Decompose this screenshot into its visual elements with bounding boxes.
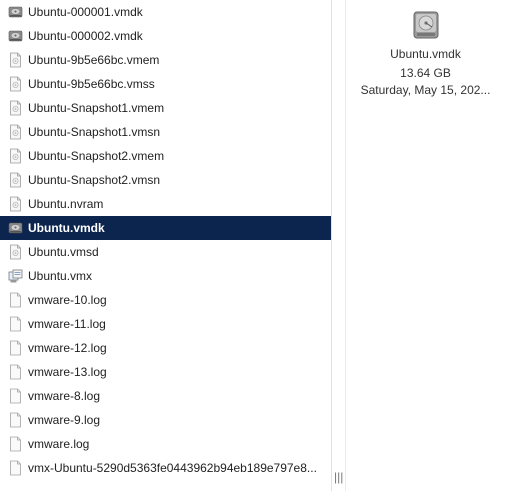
document-icon bbox=[8, 124, 23, 140]
text-file-icon bbox=[8, 412, 23, 428]
text-file-icon bbox=[8, 340, 23, 356]
file-row[interactable]: vmx-Ubuntu-5290d5363fe0443962b94eb189e79… bbox=[0, 456, 331, 480]
file-name: vmware-8.log bbox=[28, 389, 101, 403]
file-list: Ubuntu-000001.vmdk Ubuntu-000002.vmdk Ubun… bbox=[0, 0, 331, 491]
file-row[interactable]: vmware-11.log bbox=[0, 312, 331, 336]
file-row[interactable]: Ubuntu-Snapshot2.vmem bbox=[0, 144, 331, 168]
file-name: vmx-Ubuntu-5290d5363fe0443962b94eb189e79… bbox=[28, 461, 317, 475]
file-row[interactable]: vmware-10.log bbox=[0, 288, 331, 312]
file-name: vmware-13.log bbox=[28, 365, 107, 379]
document-icon bbox=[8, 100, 23, 116]
preview-pane: Ubuntu.vmdk 13.64 GB Saturday, May 15, 2… bbox=[346, 0, 505, 491]
file-row[interactable]: Ubuntu-9b5e66bc.vmem bbox=[0, 48, 331, 72]
text-file-icon bbox=[8, 460, 23, 476]
file-row[interactable]: vmware-13.log bbox=[0, 360, 331, 384]
file-name: Ubuntu-000002.vmdk bbox=[28, 29, 143, 43]
file-row[interactable]: vmware-12.log bbox=[0, 336, 331, 360]
file-name: vmware-9.log bbox=[28, 413, 101, 427]
file-row[interactable]: vmware.log bbox=[0, 432, 331, 456]
file-name: Ubuntu-Snapshot1.vmem bbox=[28, 101, 165, 115]
file-row[interactable]: vmware-9.log bbox=[0, 408, 331, 432]
disk-icon bbox=[8, 4, 23, 20]
file-name: Ubuntu.vmdk bbox=[28, 221, 105, 235]
file-name: Ubuntu-000001.vmdk bbox=[28, 5, 143, 19]
document-icon bbox=[8, 52, 23, 68]
disk-icon bbox=[8, 220, 23, 236]
vm-config-icon bbox=[8, 268, 23, 284]
text-file-icon bbox=[8, 364, 23, 380]
text-file-icon bbox=[8, 436, 23, 452]
file-name: vmware-12.log bbox=[28, 341, 107, 355]
file-name: Ubuntu.nvram bbox=[28, 197, 104, 211]
file-row[interactable]: Ubuntu-9b5e66bc.vmss bbox=[0, 72, 331, 96]
file-name: Ubuntu-Snapshot1.vmsn bbox=[28, 125, 161, 139]
file-name: Ubuntu.vmsd bbox=[28, 245, 99, 259]
column-resize-handle[interactable]: ||| bbox=[334, 470, 344, 484]
file-name: Ubuntu-9b5e66bc.vmss bbox=[28, 77, 155, 91]
column-divider bbox=[331, 0, 332, 491]
file-row[interactable]: Ubuntu.nvram bbox=[0, 192, 331, 216]
document-icon bbox=[8, 244, 23, 260]
text-file-icon bbox=[8, 292, 23, 308]
file-row[interactable]: Ubuntu-000001.vmdk bbox=[0, 0, 331, 24]
file-row[interactable]: Ubuntu-Snapshot2.vmsn bbox=[0, 168, 331, 192]
document-icon bbox=[8, 148, 23, 164]
file-row[interactable]: Ubuntu-Snapshot1.vmem bbox=[0, 96, 331, 120]
preview-date: Saturday, May 15, 202... bbox=[360, 83, 491, 97]
file-row[interactable]: Ubuntu-Snapshot1.vmsn bbox=[0, 120, 331, 144]
file-row[interactable]: Ubuntu-000002.vmdk bbox=[0, 24, 331, 48]
preview-filename: Ubuntu.vmdk bbox=[390, 47, 461, 61]
text-file-icon bbox=[8, 388, 23, 404]
file-name: Ubuntu-9b5e66bc.vmem bbox=[28, 53, 160, 67]
file-name: Ubuntu.vmx bbox=[28, 269, 93, 283]
file-name: vmware-11.log bbox=[28, 317, 106, 331]
text-file-icon bbox=[8, 316, 23, 332]
disk-icon bbox=[413, 11, 439, 39]
file-row[interactable]: vmware-8.log bbox=[0, 384, 331, 408]
file-name: vmware.log bbox=[28, 437, 90, 451]
document-icon bbox=[8, 172, 23, 188]
file-name: Ubuntu-Snapshot2.vmsn bbox=[28, 173, 161, 187]
document-icon bbox=[8, 196, 23, 212]
document-icon bbox=[8, 76, 23, 92]
disk-icon bbox=[8, 28, 23, 44]
file-row[interactable]: Ubuntu.vmdk bbox=[0, 216, 331, 240]
file-row[interactable]: Ubuntu.vmsd bbox=[0, 240, 331, 264]
file-row[interactable]: Ubuntu.vmx bbox=[0, 264, 331, 288]
file-name: vmware-10.log bbox=[28, 293, 107, 307]
preview-size: 13.64 GB bbox=[400, 66, 451, 80]
file-name: Ubuntu-Snapshot2.vmem bbox=[28, 149, 165, 163]
